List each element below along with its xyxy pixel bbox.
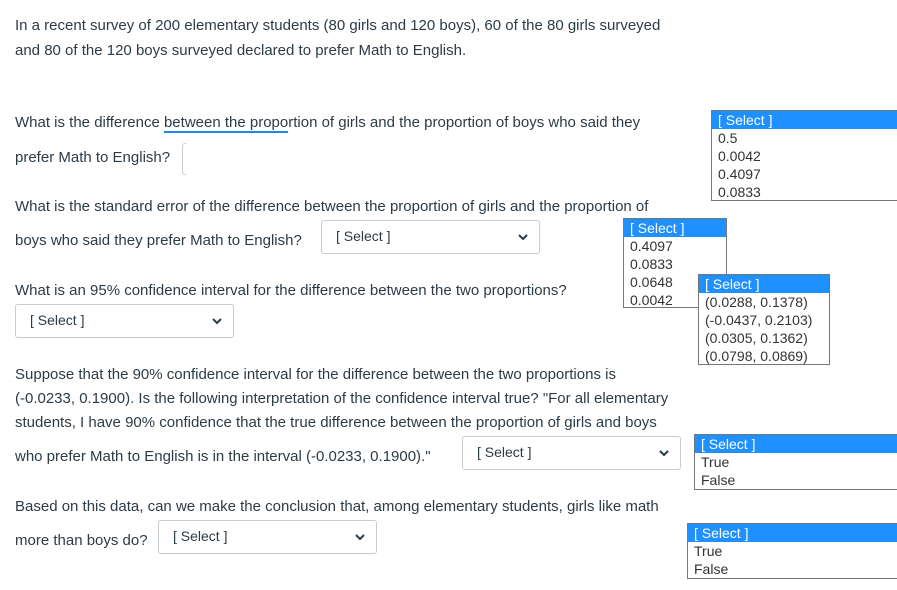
q1-option[interactable]: 0.0042 [712, 147, 897, 165]
q3-option[interactable]: (0.0288, 0.1378) [699, 293, 829, 311]
q1-option[interactable]: 0.4097 [712, 165, 897, 183]
q1-text-line-1: What is the difference between the propo… [15, 111, 640, 135]
q5-option[interactable]: False [688, 560, 897, 578]
q3-select-value: [ Select ] [30, 312, 85, 328]
q5-option[interactable]: True [688, 542, 897, 560]
q4-text-line-4: who prefer Math to English is in the int… [15, 448, 431, 465]
q5-text-line-1: Based on this data, can we make the conc… [15, 498, 659, 515]
q3-option[interactable]: (0.0305, 0.1362) [699, 329, 829, 347]
q5-text-line-2: more than boys do? [15, 532, 148, 549]
q1-option[interactable]: 0.5 [712, 129, 897, 147]
q2-option[interactable]: 0.4097 [624, 237, 726, 255]
q3-option[interactable]: (-0.0437, 0.2103) [699, 311, 829, 329]
q2-text-line-1: What is the standard error of the differ… [15, 198, 649, 215]
q4-text-line-3: students, I have 90% confidence that the… [15, 414, 657, 431]
q5-select-value: [ Select ] [173, 528, 228, 544]
q1-text-post: rtion of girls and the proportion of boy… [288, 114, 641, 131]
q4-option[interactable]: [ Select ] [695, 435, 897, 453]
q5-option[interactable]: [ Select ] [688, 524, 897, 542]
q1-option[interactable]: 0.0833 [712, 183, 897, 201]
q1-text-line-2: prefer Math to English? [15, 149, 171, 166]
q2-option[interactable]: [ Select ] [624, 219, 726, 237]
intro-line-2: and 80 of the 120 boys surveyed declared… [15, 42, 467, 59]
q1-text-pre: What is the difference [15, 114, 164, 131]
q1-option[interactable]: [ Select ] [712, 111, 897, 129]
q1-underlined-text: between the propo [163, 114, 289, 133]
chevron-down-icon [659, 450, 669, 457]
q5-dropdown-list[interactable]: [ Select ] True False [687, 523, 897, 579]
q3-option[interactable]: (0.0798, 0.0869) [699, 347, 829, 365]
q2-select-value: [ Select ] [336, 228, 391, 244]
chevron-down-icon [212, 318, 222, 325]
q4-select-value: [ Select ] [477, 444, 532, 460]
q2-text-line-2: boys who said they prefer Math to Englis… [15, 232, 302, 249]
q3-dropdown-list[interactable]: [ Select ] (0.0288, 0.1378) (-0.0437, 0.… [698, 274, 830, 365]
q4-text-line-1: Suppose that the 90% confidence interval… [15, 366, 616, 383]
intro-line-1: In a recent survey of 200 elementary stu… [15, 17, 661, 34]
q3-answer-select[interactable]: [ Select ] [15, 304, 234, 338]
chevron-down-icon [355, 534, 365, 541]
q2-option[interactable]: 0.0833 [624, 255, 726, 273]
q4-answer-select[interactable]: [ Select ] [462, 436, 681, 470]
q4-dropdown-list[interactable]: [ Select ] True False [694, 434, 897, 490]
q5-answer-select[interactable]: [ Select ] [158, 520, 377, 554]
chevron-down-icon [518, 234, 528, 241]
q2-answer-select[interactable]: [ Select ] [321, 220, 540, 254]
q4-option[interactable]: True [695, 453, 897, 471]
q4-text-line-2: (-0.0233, 0.1900). Is the following inte… [15, 390, 669, 407]
q3-text-line-1: What is an 95% confidence interval for t… [15, 282, 567, 299]
q4-option[interactable]: False [695, 471, 897, 489]
q1-dropdown-list[interactable]: [ Select ] 0.5 0.0042 0.4097 0.0833 [711, 110, 897, 201]
q3-option[interactable]: [ Select ] [699, 275, 829, 293]
q1-answer-select[interactable] [182, 143, 186, 175]
